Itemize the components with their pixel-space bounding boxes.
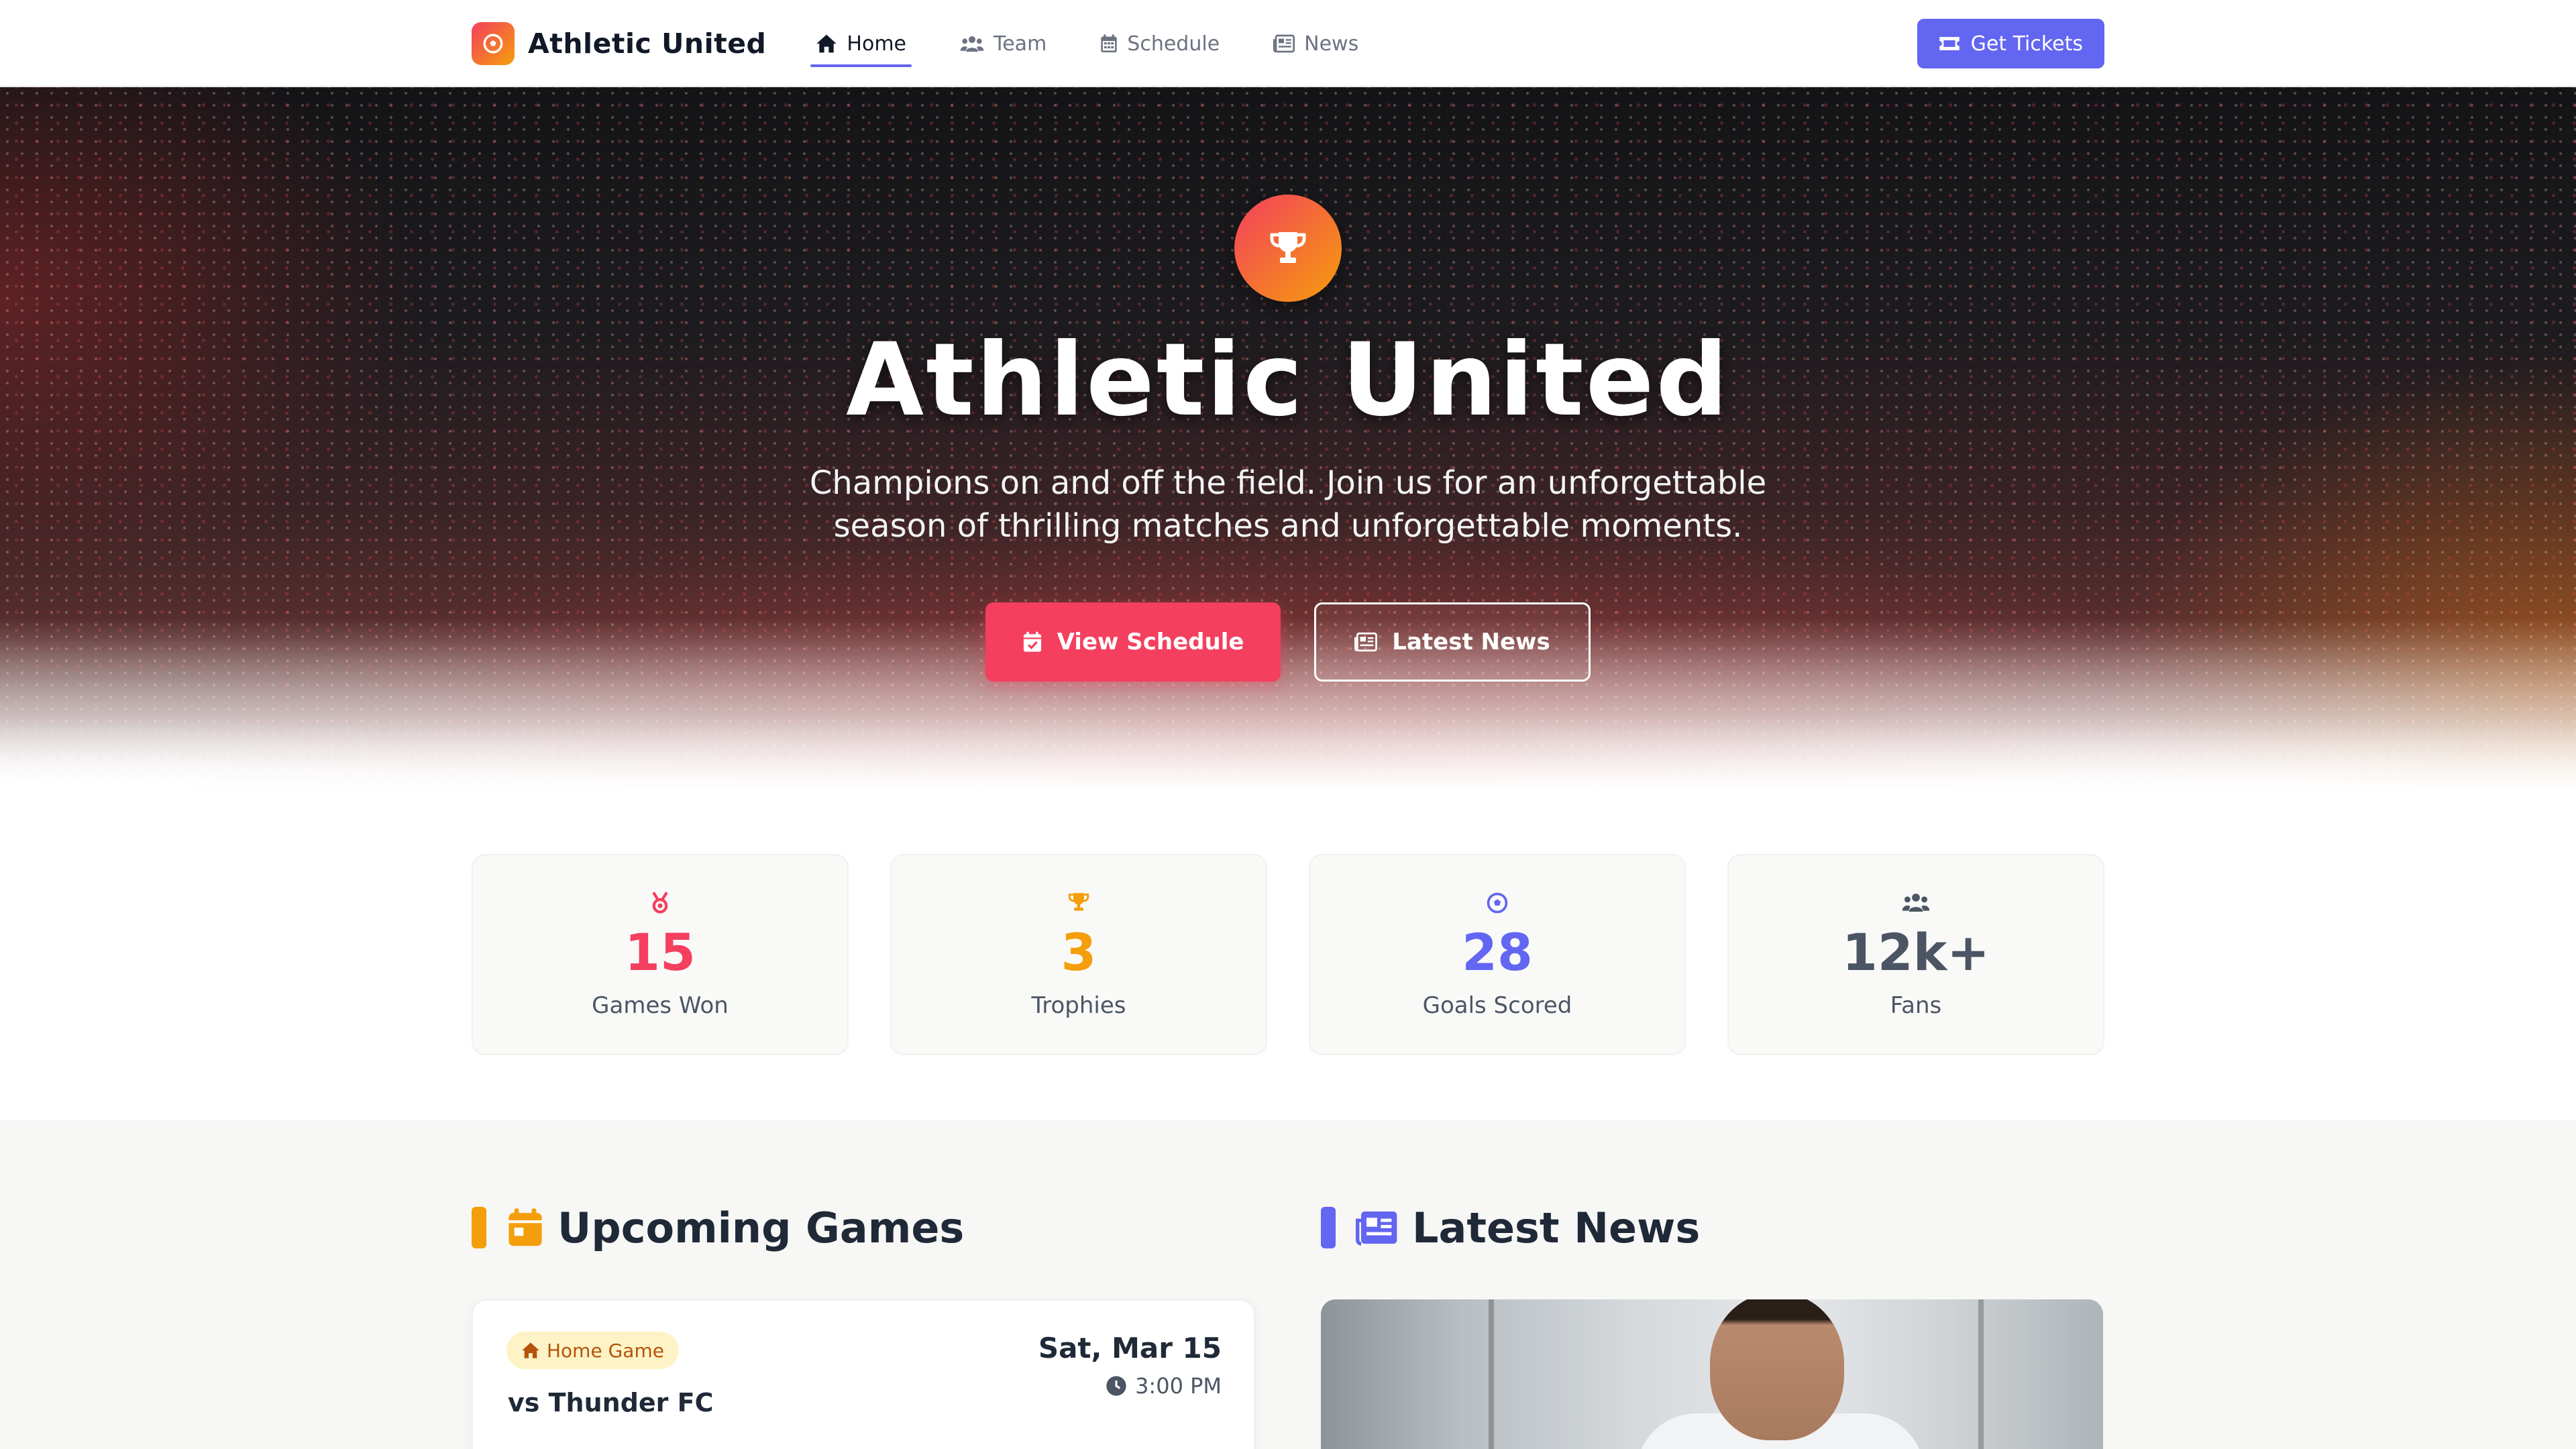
calendar-icon: [1101, 34, 1117, 52]
view-schedule-button[interactable]: View Schedule: [985, 602, 1281, 682]
game-date: Sat, Mar 15: [1038, 1332, 1222, 1364]
games-and-news-section: [0, 1120, 2576, 1449]
get-tickets-label: Get Tickets: [1970, 32, 2083, 56]
top-navbar: Athletic United Home Team Schedule News …: [0, 0, 2576, 87]
brand-name: Athletic United: [528, 28, 767, 60]
home-game-badge: Home Game: [506, 1332, 679, 1369]
nav-link-label: Team: [994, 32, 1047, 56]
stat-card-trophies: 3 Trophies: [890, 854, 1267, 1055]
latest-news-header: Latest News: [1321, 1201, 1700, 1254]
calendar-icon: [508, 1208, 542, 1246]
nav-link-schedule[interactable]: Schedule: [1095, 20, 1225, 67]
main-nav: Home Team Schedule News: [810, 0, 1407, 87]
nav-link-label: News: [1304, 32, 1359, 56]
nav-link-team[interactable]: Team: [955, 20, 1052, 67]
get-tickets-button[interactable]: Get Tickets: [1917, 19, 2104, 68]
stat-value: 12k+: [1842, 922, 1990, 982]
stat-card-fans: 12k+ Fans: [1727, 854, 2104, 1055]
upcoming-games-title: Upcoming Games: [557, 1203, 965, 1252]
stat-label: Goals Scored: [1422, 992, 1572, 1019]
window-frame: [1978, 1299, 1984, 1449]
hero-section: Athletic United Champions on and off the…: [0, 87, 2576, 792]
stat-value: 28: [1462, 922, 1533, 982]
game-time-value: 3:00 PM: [1135, 1373, 1222, 1399]
newspaper-icon: [1354, 632, 1378, 652]
nav-link-label: Schedule: [1127, 32, 1220, 56]
stat-label: Fans: [1890, 992, 1942, 1019]
accent-bar: [1321, 1207, 1336, 1248]
nav-link-label: Home: [847, 32, 906, 56]
newspaper-icon: [1273, 34, 1295, 53]
news-image-person-head: [1710, 1299, 1844, 1440]
trophy-icon: [1234, 195, 1342, 302]
home-icon: [522, 1342, 539, 1358]
medal-icon: [652, 892, 668, 914]
stat-card-goals-scored: 28 Goals Scored: [1309, 854, 1686, 1055]
badge-label: Home Game: [547, 1339, 664, 1362]
stat-label: Games Won: [592, 992, 729, 1019]
hero-buttons: View Schedule Latest News: [0, 602, 2576, 682]
window-frame: [1489, 1299, 1494, 1449]
accent-bar: [472, 1207, 486, 1248]
nav-link-home[interactable]: Home: [810, 20, 912, 67]
upcoming-games-header: Upcoming Games: [472, 1201, 964, 1254]
stat-value: 15: [625, 922, 696, 982]
news-card[interactable]: [1321, 1299, 2103, 1449]
latest-news-label: Latest News: [1392, 629, 1550, 655]
latest-news-title: Latest News: [1412, 1203, 1701, 1252]
navbar-container: Athletic United Home Team Schedule News …: [472, 0, 2104, 87]
stat-label: Trophies: [1031, 992, 1126, 1019]
clock-icon: [1106, 1376, 1126, 1396]
calendar-check-icon: [1023, 631, 1041, 652]
soccer-ball-icon: [1487, 892, 1508, 914]
stats-row: 15 Games Won 3 Trophies 28 Goals Scored …: [472, 854, 2104, 1055]
game-time: 3:00 PM: [1106, 1373, 1222, 1399]
ticket-icon: [1939, 37, 1960, 50]
opponent-name: vs Thunder FC: [508, 1388, 714, 1417]
hero-subtitle: Champions on and off the field. Join us …: [809, 464, 1767, 545]
nav-link-news[interactable]: News: [1268, 20, 1364, 67]
game-card[interactable]: Home Game vs Thunder FC Sat, Mar 15 3:00…: [472, 1299, 1255, 1449]
view-schedule-label: View Schedule: [1057, 629, 1244, 655]
newspaper-icon: [1356, 1212, 1397, 1246]
soccer-ball-icon: [472, 22, 515, 65]
hero-title: Athletic United: [846, 322, 1730, 439]
brand[interactable]: Athletic United: [472, 0, 766, 87]
stat-card-games-won: 15 Games Won: [472, 854, 849, 1055]
users-icon: [960, 36, 984, 52]
home-icon: [816, 34, 837, 53]
stat-value: 3: [1061, 922, 1097, 982]
latest-news-button[interactable]: Latest News: [1314, 602, 1591, 682]
users-icon: [1902, 894, 1930, 912]
trophy-icon: [1068, 893, 1089, 911]
